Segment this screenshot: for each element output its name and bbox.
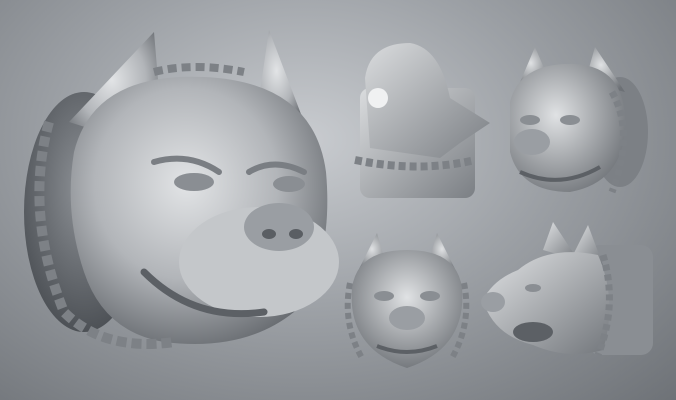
ear-hole [368, 88, 388, 108]
nose [244, 203, 314, 251]
dog-head-sculpt-profile [481, 222, 653, 357]
main-head-view [14, 22, 344, 362]
side-up-view [350, 38, 500, 206]
dog-head-sculpt-top-right [510, 47, 648, 194]
right-eye [273, 176, 305, 192]
side-profile-view [478, 220, 658, 365]
front-view [342, 228, 472, 373]
dog-head-sculpt-main [24, 30, 339, 349]
left-eye [174, 173, 214, 191]
top-right-view [500, 42, 655, 202]
dog-head-sculpt-side-up [354, 43, 490, 198]
nose [481, 292, 505, 312]
head-shape [510, 63, 625, 193]
dog-head-sculpt-front [344, 233, 470, 368]
render-canvas [0, 0, 676, 400]
chain-top [153, 63, 245, 76]
nose [389, 306, 425, 330]
nose [514, 129, 550, 155]
open-mouth [513, 322, 553, 342]
